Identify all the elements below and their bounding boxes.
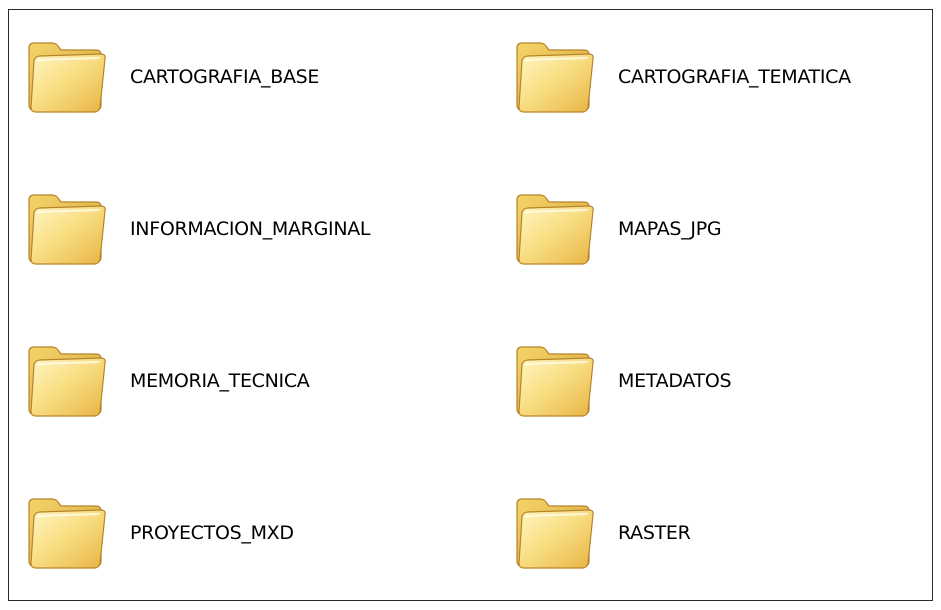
- folder-icon: [514, 343, 596, 419]
- folder-icon: [26, 39, 108, 115]
- folder-item-cartografia-base[interactable]: CARTOGRAFIA_BASE: [26, 37, 319, 117]
- folder-label: INFORMACION_MARGINAL: [130, 218, 371, 240]
- folder-item-informacion-marginal[interactable]: INFORMACION_MARGINAL: [26, 189, 371, 269]
- folder-label: RASTER: [618, 522, 691, 544]
- folder-item-metadatos[interactable]: METADATOS: [514, 341, 732, 421]
- folder-item-cartografia-tematica[interactable]: CARTOGRAFIA_TEMATICA: [514, 37, 851, 117]
- folder-item-mapas-jpg[interactable]: MAPAS_JPG: [514, 189, 722, 269]
- folder-item-raster[interactable]: RASTER: [514, 493, 691, 573]
- folder-label: CARTOGRAFIA_BASE: [130, 66, 320, 88]
- folder-label: MAPAS_JPG: [618, 218, 722, 240]
- folder-view-panel: CARTOGRAFIA_BASE CARTOGRAFIA_TEMATICA IN…: [8, 9, 933, 601]
- folder-label: MEMORIA_TECNICA: [130, 370, 310, 392]
- folder-item-proyectos-mxd[interactable]: PROYECTOS_MXD: [26, 493, 294, 573]
- folder-label: METADATOS: [618, 370, 732, 392]
- folder-label: CARTOGRAFIA_TEMATICA: [618, 66, 851, 88]
- folder-icon: [514, 191, 596, 267]
- folder-icon: [26, 343, 108, 419]
- folder-icon: [514, 495, 596, 571]
- folder-label: PROYECTOS_MXD: [130, 522, 294, 544]
- folder-item-memoria-tecnica[interactable]: MEMORIA_TECNICA: [26, 341, 310, 421]
- folder-icon: [26, 191, 108, 267]
- folder-icon: [26, 495, 108, 571]
- folder-icon: [514, 39, 596, 115]
